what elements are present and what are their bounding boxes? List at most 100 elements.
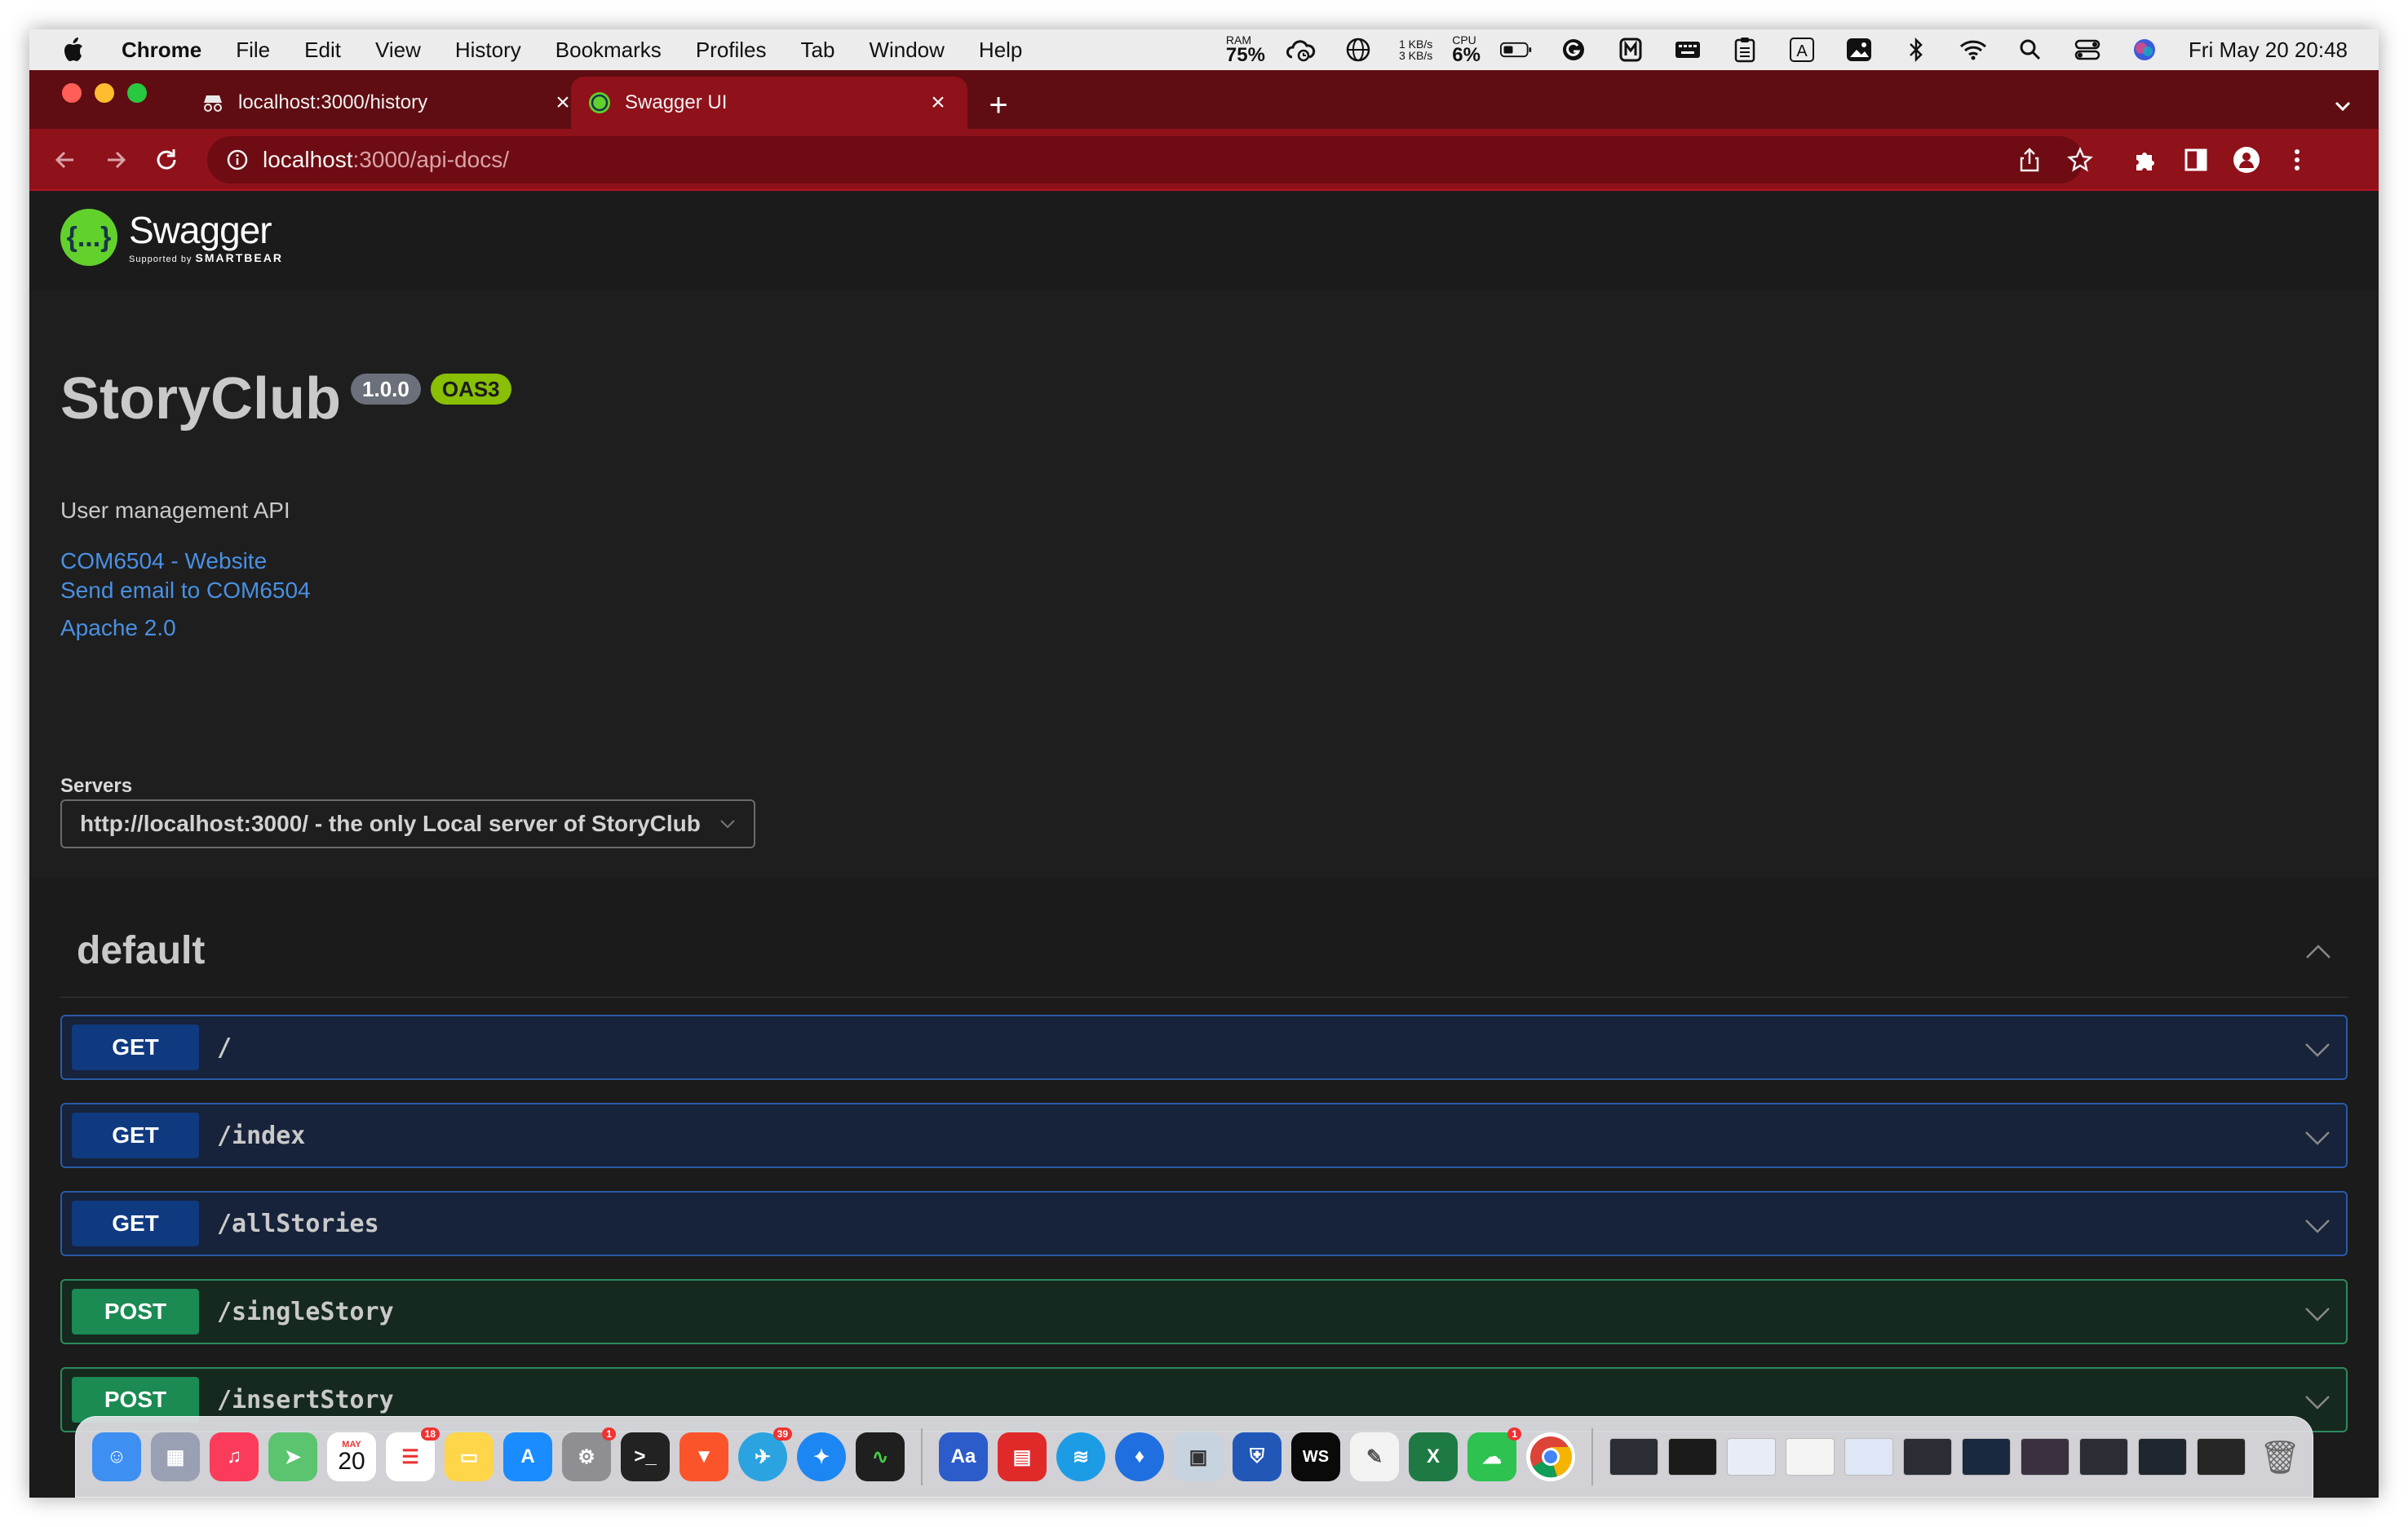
minimized-window-thumbnail[interactable] [1609, 1438, 1658, 1476]
calendar-icon[interactable]: MAY 20 [327, 1432, 376, 1481]
operation-get-allstories[interactable]: GET /allStories [60, 1191, 2348, 1256]
wifi-icon[interactable] [1957, 36, 1990, 64]
zoom-window-button[interactable] [127, 83, 147, 103]
sourcetree-icon[interactable]: ♦ [1115, 1432, 1164, 1481]
minimized-window-thumbnail[interactable] [2079, 1438, 2128, 1476]
clipboard-icon[interactable] [1729, 36, 1761, 64]
docker-icon[interactable]: ≋ [1056, 1432, 1105, 1481]
excel-icon[interactable]: X [1409, 1432, 1458, 1481]
website-link[interactable]: COM6504 - Website [60, 548, 267, 574]
cpu-monitor[interactable]: CPU 6% [1452, 34, 1481, 65]
menu-help[interactable]: Help [962, 29, 1039, 70]
dictionary-icon[interactable]: Aa [939, 1432, 988, 1481]
minimized-window-thumbnail[interactable] [1903, 1438, 1952, 1476]
menu-tab[interactable]: Tab [784, 29, 852, 70]
minimized-window-thumbnail[interactable] [1844, 1438, 1893, 1476]
menu-view[interactable]: View [358, 29, 438, 70]
chrome-icon[interactable] [1526, 1432, 1575, 1481]
music-icon[interactable]: ♫ [210, 1432, 259, 1481]
webstorm-icon[interactable]: WS [1291, 1432, 1340, 1481]
profile-avatar-icon[interactable] [2230, 144, 2263, 176]
tab-swagger-ui[interactable]: Swagger UI × [571, 77, 967, 129]
preview-icon[interactable]: ▣ [1174, 1432, 1223, 1481]
chevron-down-icon[interactable] [2302, 1038, 2333, 1060]
chevron-down-icon[interactable] [2302, 1302, 2333, 1325]
minimized-window-thumbnail[interactable] [2138, 1438, 2187, 1476]
tab-history[interactable]: localhost:3000/history × [184, 77, 592, 129]
bookmark-star-icon[interactable] [2064, 144, 2096, 176]
network-monitor[interactable]: 1 KB/s 3 KB/s [1399, 38, 1432, 61]
back-button[interactable] [49, 144, 82, 176]
swagger-logo[interactable]: {...} Swagger Supported by SMARTBEAR [60, 209, 283, 266]
server-select[interactable]: http://localhost:3000/ - the only Local … [60, 799, 755, 848]
bluetooth-icon[interactable] [1900, 36, 1932, 64]
telegram-icon[interactable]: ✈ 39 [738, 1427, 792, 1481]
ram-monitor[interactable]: RAM 75% [1226, 34, 1265, 65]
minimized-window-thumbnail[interactable] [1962, 1438, 2011, 1476]
chevron-up-icon[interactable] [2302, 940, 2335, 964]
menu-edit[interactable]: Edit [287, 29, 358, 70]
close-tab-icon[interactable]: × [925, 89, 951, 116]
menu-history[interactable]: History [438, 29, 538, 70]
minimized-window-thumbnail[interactable] [1668, 1438, 1717, 1476]
minimized-window-thumbnail[interactable] [2021, 1438, 2069, 1476]
terminal-icon[interactable]: >_ [621, 1432, 670, 1481]
safari-icon[interactable]: ✦ [797, 1432, 846, 1481]
control-center-icon[interactable] [2071, 36, 2104, 64]
apple-icon[interactable] [60, 36, 86, 64]
trash-icon[interactable]: 🗑 [2255, 1432, 2304, 1481]
chevron-down-icon[interactable] [2302, 1390, 2333, 1413]
side-panel-icon[interactable] [2180, 144, 2212, 176]
chevron-down-icon[interactable] [2302, 1126, 2333, 1149]
minimized-window-thumbnail[interactable] [1786, 1438, 1835, 1476]
wechat-icon[interactable]: ☁ 1 [1467, 1427, 1521, 1481]
menu-profiles[interactable]: Profiles [679, 29, 784, 70]
maps-icon[interactable]: ➤ [268, 1432, 317, 1481]
share-icon[interactable] [2013, 144, 2046, 176]
launchpad-icon[interactable]: ▦ [151, 1432, 200, 1481]
keyboard-icon[interactable] [1671, 36, 1704, 64]
app-store-icon[interactable]: A [503, 1432, 552, 1481]
menu-bookmarks[interactable]: Bookmarks [538, 29, 679, 70]
notes-icon[interactable]: ▭ [445, 1432, 494, 1481]
close-window-button[interactable] [62, 83, 82, 103]
cloud-timer-icon[interactable] [1285, 36, 1317, 64]
more-menu-icon[interactable] [2281, 144, 2313, 176]
operation-post-singlestory[interactable]: POST /singleStory [60, 1279, 2348, 1344]
contact-email-link[interactable]: Send email to COM6504 [60, 578, 311, 604]
battery-icon[interactable] [1499, 36, 1533, 64]
section-title[interactable]: default [77, 928, 205, 973]
license-link[interactable]: Apache 2.0 [60, 615, 176, 641]
textedit-icon[interactable]: ✎ [1350, 1432, 1399, 1481]
activity-monitor-icon[interactable]: ∿ [856, 1432, 905, 1481]
siri-icon[interactable] [2128, 36, 2161, 64]
finder-icon[interactable]: ☺ [92, 1432, 141, 1481]
forward-button[interactable] [100, 144, 132, 176]
grammarly-icon[interactable] [1557, 36, 1590, 64]
pdf-expert-icon[interactable]: ▤ [998, 1432, 1047, 1481]
spotlight-search-icon[interactable] [2014, 36, 2047, 64]
menu-app-chrome[interactable]: Chrome [104, 29, 219, 70]
menu-window[interactable]: Window [852, 29, 961, 70]
new-tab-button[interactable]: + [982, 89, 1015, 122]
security-icon[interactable]: ⛨ [1233, 1432, 1281, 1481]
operation-get-root[interactable]: GET / [60, 1015, 2348, 1080]
minimize-window-button[interactable] [95, 83, 114, 103]
chevron-down-icon[interactable] [2302, 1214, 2333, 1237]
operation-get-index[interactable]: GET /index [60, 1103, 2348, 1168]
address-bar[interactable]: localhost:3000/api-docs/ [207, 136, 2083, 184]
tab-search-chevron-icon[interactable] [2328, 91, 2357, 121]
site-info-icon[interactable] [224, 146, 251, 174]
input-source-icon[interactable]: A [1786, 36, 1818, 64]
system-preferences-icon[interactable]: ⚙ 1 [562, 1427, 616, 1481]
reminders-icon[interactable]: ☰ 18 [386, 1427, 440, 1481]
menu-clock[interactable]: Fri May 20 20:48 [2189, 38, 2348, 63]
app-monitor-icon[interactable] [1614, 36, 1647, 64]
extensions-puzzle-icon[interactable] [2129, 144, 2162, 176]
menu-file[interactable]: File [219, 29, 287, 70]
reload-button[interactable] [150, 144, 183, 176]
globe-vpn-icon[interactable] [1342, 36, 1374, 64]
image-icon[interactable] [1843, 36, 1875, 64]
brave-icon[interactable]: ▼ [679, 1432, 728, 1481]
minimized-window-thumbnail[interactable] [2197, 1438, 2246, 1476]
